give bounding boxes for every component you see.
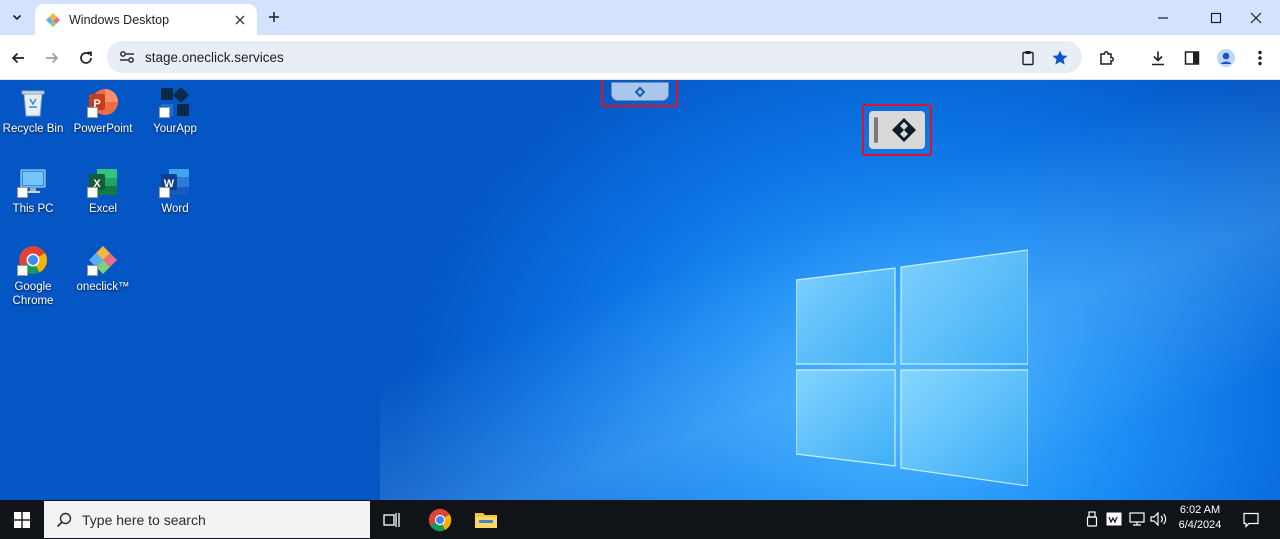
icon-label: Recycle Bin — [2, 123, 64, 135]
browser-menu-button[interactable] — [1246, 44, 1274, 72]
this-pc-icon — [17, 166, 49, 198]
url-text[interactable]: stage.oneclick.services — [145, 50, 284, 65]
task-view-icon — [383, 512, 400, 527]
arrow-right-icon — [46, 52, 59, 64]
windows-taskbar: Type here to search 6:02 AM 6/4/2024 — [0, 500, 1280, 539]
browser-tab-strip: Windows Desktop — [0, 0, 1280, 35]
yourapp-icon — [159, 86, 191, 118]
task-view-button[interactable] — [369, 500, 415, 539]
volume-icon — [1150, 511, 1167, 527]
search-icon — [56, 512, 72, 527]
network-icon — [1129, 512, 1145, 526]
clipboard-button[interactable] — [1014, 44, 1042, 72]
excel-icon: X — [87, 166, 119, 198]
icon-label: Google Chrome — [12, 281, 54, 307]
extensions-button[interactable] — [1093, 44, 1121, 72]
chrome-icon — [17, 244, 49, 276]
new-tab-button[interactable] — [262, 6, 286, 28]
reload-icon — [80, 51, 92, 64]
icon-label: Word — [161, 203, 189, 215]
plus-icon — [269, 12, 279, 22]
desktop-icon-recycle-bin[interactable]: Recycle Bin — [0, 86, 68, 136]
powerpoint-icon: P — [87, 86, 119, 118]
desktop-icon-this-pc[interactable]: This PC — [0, 166, 68, 216]
bookmark-star-button[interactable] — [1046, 44, 1074, 72]
usb-tray[interactable] — [1083, 510, 1101, 528]
tab-search-button[interactable] — [6, 6, 28, 28]
clipboard-icon — [1022, 51, 1034, 66]
browser-toolbar: stage.oneclick.services — [0, 35, 1280, 80]
start-button[interactable] — [0, 500, 44, 539]
taskbar-clock[interactable]: 6:02 AM 6/4/2024 — [1172, 503, 1228, 533]
close-icon — [235, 15, 245, 24]
tab-close-button[interactable] — [231, 11, 249, 29]
windows-logo-icon — [14, 511, 30, 528]
side-panel-icon — [1184, 51, 1200, 65]
maximize-icon — [1210, 12, 1222, 23]
oneclick-favicon-icon — [46, 12, 60, 27]
tab-title: Windows Desktop — [69, 12, 170, 27]
windows-wallpaper-logo — [796, 249, 1028, 486]
folder-icon — [475, 512, 497, 528]
volume-tray[interactable] — [1150, 510, 1168, 528]
back-button[interactable] — [4, 44, 32, 72]
minimize-icon — [1158, 16, 1168, 19]
remote-toolbar-handle[interactable] — [611, 82, 669, 101]
clock-time: 6:02 AM — [1179, 504, 1221, 516]
icon-label: YourApp — [153, 123, 197, 135]
desktop-icon-word[interactable]: W Word — [140, 166, 210, 216]
desktop-icon-oneclick[interactable]: oneclick™ — [68, 244, 138, 294]
reload-button[interactable] — [72, 44, 100, 72]
icon-label: PowerPoint — [73, 123, 133, 135]
avatar-icon — [1217, 49, 1235, 67]
desktop-icon-google-chrome[interactable]: Google Chrome — [0, 244, 68, 308]
recycle-bin-icon — [17, 86, 49, 118]
app-tray-icon — [1106, 512, 1122, 526]
network-drive-tray[interactable] — [1105, 510, 1123, 528]
notification-center-button[interactable] — [1236, 500, 1266, 539]
notification-icon — [1243, 512, 1259, 528]
minimize-button[interactable] — [1140, 0, 1186, 35]
window-close-button[interactable] — [1233, 0, 1279, 35]
desktop-icon-yourapp[interactable]: YourApp — [140, 86, 210, 136]
diamond-icon — [634, 86, 646, 97]
downloads-button[interactable] — [1144, 44, 1172, 72]
desktop-icon-excel[interactable]: X Excel — [68, 166, 138, 216]
site-settings-icon[interactable] — [119, 50, 135, 64]
drag-handle[interactable] — [874, 117, 878, 143]
close-icon — [1250, 12, 1262, 23]
clock-date: 6/4/2024 — [1178, 519, 1222, 531]
download-icon — [1152, 51, 1164, 66]
remote-desktop-area[interactable]: Recycle Bin P PowerPoint YourApp This PC… — [0, 80, 1280, 500]
side-panel-button[interactable] — [1178, 44, 1206, 72]
app-logo-icon — [892, 118, 916, 142]
word-icon: W — [159, 166, 191, 198]
icon-label: Excel — [88, 203, 118, 215]
forward-button[interactable] — [38, 44, 66, 72]
icon-label: This PC — [12, 203, 54, 215]
chevron-down-icon — [12, 14, 22, 21]
taskbar-search-box[interactable]: Type here to search — [44, 501, 370, 538]
chrome-icon — [428, 508, 452, 531]
network-tray[interactable] — [1128, 510, 1146, 528]
remote-toolbar-handle-highlight — [601, 80, 678, 107]
floating-widget[interactable] — [869, 111, 925, 149]
address-bar[interactable]: stage.oneclick.services — [107, 41, 1082, 73]
search-placeholder: Type here to search — [82, 511, 206, 528]
usb-icon — [1086, 511, 1098, 527]
oneclick-icon — [87, 244, 119, 276]
desktop-icon-powerpoint[interactable]: P PowerPoint — [68, 86, 138, 136]
star-icon — [1052, 50, 1068, 65]
floating-widget-highlight — [862, 104, 932, 156]
browser-tab-active[interactable]: Windows Desktop — [35, 4, 257, 35]
more-vert-icon — [1258, 50, 1262, 66]
profile-button[interactable] — [1212, 44, 1240, 72]
icon-label: oneclick™ — [76, 281, 130, 293]
taskbar-file-explorer[interactable] — [463, 500, 509, 539]
puzzle-icon — [1100, 51, 1114, 65]
arrow-left-icon — [11, 52, 24, 64]
taskbar-chrome[interactable] — [417, 500, 463, 539]
